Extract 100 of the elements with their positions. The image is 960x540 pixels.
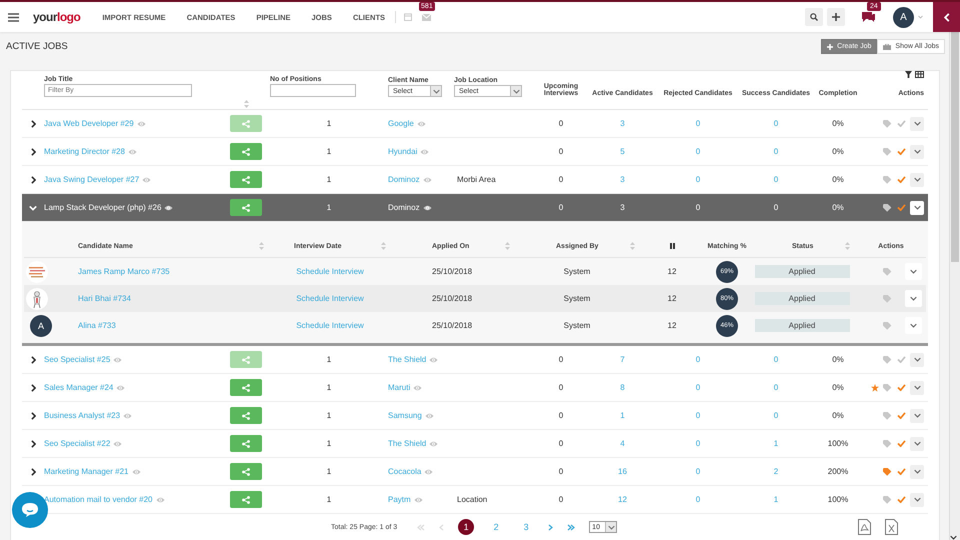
job-title-link[interactable]: Seo Specialist #25 (44, 355, 110, 364)
job-title-link[interactable]: Automation mail to vendor #20 (44, 495, 153, 504)
chevron-right-icon[interactable] (30, 176, 36, 184)
active-count-link[interactable]: 4 (620, 439, 625, 448)
columns-icon[interactable] (915, 71, 924, 78)
actions-dropdown-button[interactable] (910, 380, 924, 394)
active-count-link[interactable]: 8 (620, 383, 625, 392)
check-icon[interactable] (897, 384, 906, 391)
actions-dropdown-button[interactable] (910, 172, 924, 186)
success-count-link[interactable]: 2 (774, 467, 778, 476)
tag-icon[interactable] (883, 440, 893, 448)
success-count-link[interactable]: 0 (774, 147, 778, 156)
tag-icon[interactable] (883, 412, 893, 420)
job-title-link[interactable]: Java Web Developer #29 (44, 119, 134, 128)
share-button[interactable] (230, 199, 262, 216)
actions-dropdown-button[interactable] (905, 263, 922, 280)
actions-dropdown-button[interactable] (910, 144, 924, 158)
success-count-link[interactable]: 0 (774, 383, 778, 392)
rejected-count-link[interactable]: 0 (696, 203, 700, 212)
filter-icon[interactable] (905, 71, 912, 78)
share-button[interactable] (230, 407, 262, 424)
job-title-link[interactable]: Seo Specialist #22 (44, 439, 110, 448)
chevron-down-icon[interactable] (29, 204, 37, 210)
candidate-name-link[interactable]: Alina #733 (78, 321, 116, 330)
success-count-link[interactable]: 0 (774, 175, 778, 184)
user-avatar[interactable]: A (893, 6, 914, 28)
chevron-right-icon[interactable] (30, 120, 36, 128)
sort-icon[interactable] (505, 242, 510, 250)
page-button[interactable]: 1 (458, 519, 474, 535)
page-button[interactable]: 3 (518, 519, 534, 535)
actions-dropdown-button[interactable] (910, 200, 924, 214)
excel-file-icon[interactable] (885, 519, 898, 535)
job-title-link[interactable]: Marketing Director #28 (44, 147, 125, 156)
actions-dropdown-button[interactable] (905, 290, 922, 307)
job-title-link[interactable]: Marketing Manager #21 (44, 467, 128, 476)
pause-icon[interactable] (670, 243, 674, 249)
share-button[interactable] (230, 379, 262, 396)
next-page-icon[interactable] (548, 524, 554, 530)
client-link[interactable]: Samsung (388, 411, 422, 420)
tag-icon[interactable] (883, 468, 893, 476)
client-link[interactable]: Paytm (388, 495, 411, 504)
chevron-right-icon[interactable] (30, 440, 36, 448)
chevron-right-icon[interactable] (30, 148, 36, 156)
positions-field[interactable] (270, 84, 356, 97)
tag-icon[interactable] (883, 294, 893, 302)
client-link[interactable]: Hyundai (388, 147, 418, 156)
actions-dropdown-button[interactable] (910, 116, 924, 130)
share-button[interactable] (230, 463, 262, 480)
success-count-link[interactable]: 0 (774, 355, 778, 364)
rejected-count-link[interactable]: 0 (696, 147, 700, 156)
active-count-link[interactable]: 3 (620, 203, 625, 212)
success-count-link[interactable]: 0 (774, 203, 778, 212)
schedule-interview-link[interactable]: Schedule Interview (296, 321, 364, 330)
check-icon[interactable] (897, 468, 906, 475)
check-icon[interactable] (897, 440, 906, 447)
tag-icon[interactable] (883, 322, 893, 330)
tag-icon[interactable] (883, 148, 893, 156)
last-page-icon[interactable] (567, 524, 576, 530)
eye-icon[interactable] (164, 204, 174, 210)
schedule-interview-link[interactable]: Schedule Interview (296, 294, 364, 303)
success-count-link[interactable]: 0 (774, 411, 778, 420)
rejected-count-link[interactable]: 0 (696, 411, 700, 420)
actions-dropdown-button[interactable] (905, 317, 922, 334)
tag-icon[interactable] (883, 120, 893, 128)
active-count-link[interactable]: 3 (620, 119, 625, 128)
pdf-file-icon[interactable] (858, 519, 871, 535)
check-icon[interactable] (897, 412, 906, 419)
caret-icon[interactable] (918, 15, 923, 19)
rejected-count-link[interactable]: 0 (696, 383, 700, 392)
success-count-link[interactable]: 1 (774, 495, 778, 504)
candidate-name-link[interactable]: Hari Bhai #734 (78, 294, 131, 303)
tag-icon[interactable] (883, 204, 893, 212)
sort-icon[interactable] (630, 242, 635, 250)
tag-icon[interactable] (883, 268, 893, 276)
active-count-link[interactable]: 7 (620, 355, 625, 364)
client-link[interactable]: The Shield (388, 355, 426, 364)
job-title-link[interactable]: Java Swing Developer #27 (44, 175, 140, 184)
check-icon[interactable] (897, 176, 906, 183)
share-button[interactable] (230, 491, 262, 508)
active-count-link[interactable]: 3 (620, 175, 625, 184)
client-link[interactable]: Cocacola (388, 467, 422, 476)
mail-icon[interactable] (422, 14, 432, 20)
calendar-icon[interactable] (404, 13, 412, 21)
page-button[interactable]: 2 (488, 519, 504, 535)
job-title-link[interactable]: Sales Manager #24 (44, 383, 114, 392)
scrollbar-thumb[interactable] (951, 32, 959, 262)
rejected-count-link[interactable]: 0 (696, 175, 700, 184)
rejected-count-link[interactable]: 0 (696, 355, 700, 364)
client-link[interactable]: The Shield (388, 439, 426, 448)
chevron-right-icon[interactable] (30, 412, 36, 420)
share-button[interactable] (230, 143, 262, 160)
tag-icon[interactable] (883, 384, 893, 392)
chevron-right-icon[interactable] (30, 384, 36, 392)
star-icon[interactable] (871, 384, 879, 392)
menu-icon[interactable] (8, 12, 19, 22)
chat-icon[interactable] (861, 11, 876, 23)
rejected-count-link[interactable]: 0 (696, 467, 700, 476)
job-title-link[interactable]: Lamp Stack Developer (php) #26 (44, 203, 162, 212)
chevron-right-icon[interactable] (30, 468, 36, 476)
check-icon[interactable] (897, 204, 906, 211)
